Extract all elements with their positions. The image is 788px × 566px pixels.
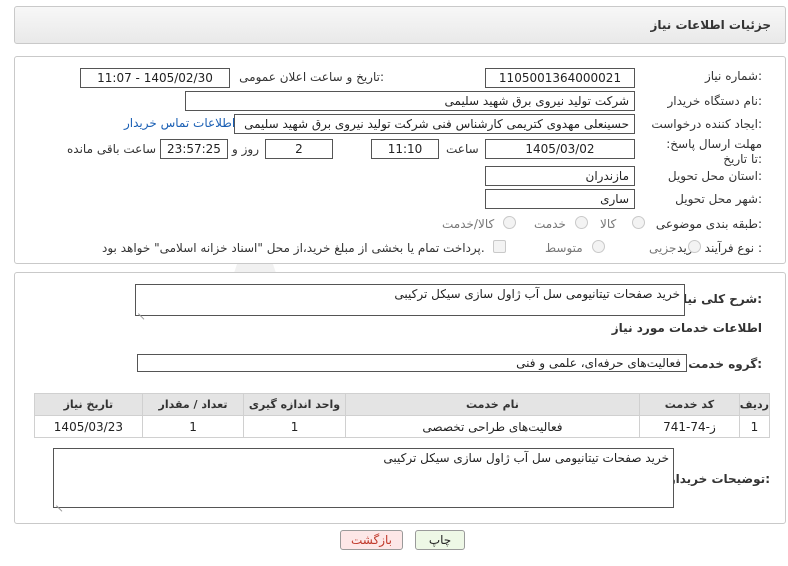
remaining-time-field: 23:57:25 xyxy=(160,139,228,159)
cell-service-code: ز-74-741 xyxy=(639,415,740,438)
page-header: جزئیات اطلاعات نیاز xyxy=(14,6,786,44)
remaining-label: ساعت باقی مانده xyxy=(67,142,157,156)
col-unit: واحد اندازه گیری xyxy=(243,393,346,416)
need-number-field: 1105001364000021 xyxy=(485,68,635,88)
treasury-payment-checkbox[interactable] xyxy=(493,240,506,253)
category-goods-label: کالا xyxy=(600,217,617,231)
resize-handle[interactable] xyxy=(56,498,64,506)
category-label: طبقه بندی موضوعی: xyxy=(655,217,762,231)
category-service-label: خدمت xyxy=(534,217,566,231)
category-goods-service-label: کالا/خدمت xyxy=(442,217,495,231)
col-service-name: نام خدمت xyxy=(344,393,641,416)
creator-label: ایجاد کننده درخواست: xyxy=(651,117,762,131)
category-goods-radio[interactable] xyxy=(632,216,645,229)
col-row: ردیف xyxy=(738,393,771,416)
treasury-payment-note: پرداخت تمام یا بخشی از مبلغ خرید،از محل … xyxy=(102,241,485,255)
deadline-time-field: 11:10 xyxy=(371,139,439,159)
description-text: خرید صفحات تیتانیومی سل آب ژاول سازی سیک… xyxy=(394,287,680,301)
resize-handle[interactable] xyxy=(138,306,146,314)
province-label: استان محل تحویل: xyxy=(667,169,762,183)
deadline-label: مهلت ارسال پاسخ: تا تاریخ: xyxy=(666,137,762,166)
category-goods-service-radio[interactable] xyxy=(503,216,516,229)
buyer-contact-link[interactable]: اطلاعات تماس خریدار xyxy=(124,116,235,130)
deadline-time-label: ساعت xyxy=(446,142,479,156)
buyer-notes-label: توضیحات خریدار: xyxy=(668,472,770,486)
buyer-notes-text: خرید صفحات تیتانیومی سل آب ژاول سازی سیک… xyxy=(383,451,669,465)
cell-need-date: 1405/03/23 xyxy=(34,415,143,438)
process-minor-label: جزیی xyxy=(649,241,677,255)
city-label: شهر محل تحویل: xyxy=(675,192,762,206)
province-field: مازندران xyxy=(485,166,635,186)
service-group-label: گروه خدمت: xyxy=(688,357,762,371)
deadline-date-field: 1405/03/02 xyxy=(485,139,635,159)
description-label: شرح کلی نیاز: xyxy=(676,292,762,306)
col-quantity: تعداد / مقدار xyxy=(141,393,245,416)
col-service-code: کد خدمت xyxy=(639,393,740,416)
description-textarea[interactable]: خرید صفحات تیتانیومی سل آب ژاول سازی سیک… xyxy=(135,284,685,316)
announce-field: 1405/02/30 - 11:07 xyxy=(80,68,230,88)
back-button[interactable]: بازگشت xyxy=(340,530,403,550)
process-medium-label: متوسط xyxy=(545,241,583,255)
page-title: جزئیات اطلاعات نیاز xyxy=(650,18,771,32)
days-field: 2 xyxy=(265,139,333,159)
cell-unit: 1 xyxy=(243,415,346,438)
print-button[interactable]: چاپ xyxy=(415,530,465,550)
services-table-header: ردیف کد خدمت نام خدمت واحد اندازه گیری ت… xyxy=(34,393,771,416)
services-table: ردیف کد خدمت نام خدمت واحد اندازه گیری ت… xyxy=(34,393,771,438)
cell-row: 1 xyxy=(738,415,771,438)
service-group-field: فعالیت‌های حرفه‌ای، علمی و فنی xyxy=(137,354,687,372)
category-service-radio[interactable] xyxy=(575,216,588,229)
buyer-org-field: شرکت تولید نیروی برق شهید سلیمی xyxy=(185,91,635,111)
days-label: روز و xyxy=(232,142,259,156)
buyer-org-label: نام دستگاه خریدار: xyxy=(667,94,763,108)
cell-quantity: 1 xyxy=(141,415,245,438)
announce-label: تاریخ و ساعت اعلان عمومی: xyxy=(239,70,384,84)
process-minor-radio[interactable] xyxy=(688,240,701,253)
services-section-title: اطلاعات خدمات مورد نیاز xyxy=(611,321,762,335)
process-medium-radio[interactable] xyxy=(592,240,605,253)
city-field: ساری xyxy=(485,189,635,209)
buyer-notes-textarea[interactable]: خرید صفحات تیتانیومی سل آب ژاول سازی سیک… xyxy=(53,448,674,508)
creator-field: حسینعلی مهدوی کتریمی کارشناس فنی شرکت تو… xyxy=(234,114,635,134)
col-need-date: تاریخ نیاز xyxy=(34,393,143,416)
cell-service-name: فعالیت‌های طراحی تخصصی xyxy=(344,415,641,438)
table-row: 1 ز-74-741 فعالیت‌های طراحی تخصصی 1 1 14… xyxy=(34,415,771,438)
need-number-label: شماره نیاز: xyxy=(704,69,762,83)
